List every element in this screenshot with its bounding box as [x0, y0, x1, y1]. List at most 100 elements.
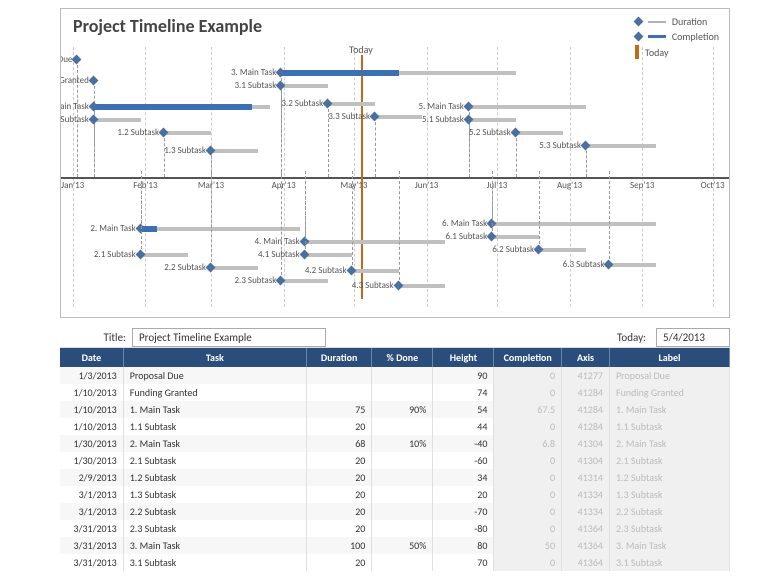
cell-duration[interactable]: 20	[306, 418, 371, 435]
cell-duration[interactable]: 20	[306, 486, 371, 503]
cell-task[interactable]: 3. Main Task	[123, 537, 306, 554]
legend-completion-swatch	[648, 35, 666, 38]
table-row[interactable]: 1/10/20131.1 Subtask20440412841.1 Subtas…	[60, 418, 730, 435]
cell-height[interactable]: 90	[433, 367, 494, 384]
cell-height[interactable]: -80	[433, 520, 494, 537]
cell-pctdone[interactable]: 10%	[372, 435, 433, 452]
cell-pctdone[interactable]	[372, 418, 433, 435]
cell-pctdone[interactable]	[372, 486, 433, 503]
table-row[interactable]: 1/30/20132. Main Task6810%-406.8413042. …	[60, 435, 730, 452]
duration-bar	[141, 253, 188, 257]
cell-axis: 41364	[562, 554, 610, 571]
cell-duration[interactable]: 20	[306, 452, 371, 469]
cell-date[interactable]: 1/10/2013	[60, 401, 123, 418]
duration-bar	[375, 115, 422, 119]
task-label: 4.1 Subtask	[258, 249, 305, 260]
cell-pctdone[interactable]	[372, 554, 433, 571]
cell-date[interactable]: 1/10/2013	[60, 384, 123, 401]
legend-duration-label: Duration	[672, 15, 707, 28]
cell-date[interactable]: 3/31/2013	[60, 520, 123, 537]
cell-pctdone[interactable]: 50%	[372, 537, 433, 554]
table-row[interactable]: 3/1/20132.2 Subtask20-700413342.2 Subtas…	[60, 503, 730, 520]
cell-axis: 41304	[562, 452, 610, 469]
table-row[interactable]: 3/1/20131.3 Subtask20200413341.3 Subtask	[60, 486, 730, 503]
task-label: 1. Main Task	[60, 101, 94, 112]
cell-height[interactable]: -70	[433, 503, 494, 520]
cell-pctdone[interactable]	[372, 503, 433, 520]
cell-height[interactable]: 20	[433, 486, 494, 503]
cell-label: 2.1 Subtask	[609, 452, 729, 469]
col-header: Height	[433, 348, 494, 367]
task: 4.2 Subtask	[352, 265, 399, 277]
cell-task[interactable]: 2.1 Subtask	[123, 452, 306, 469]
cell-date[interactable]: 2/9/2013	[60, 469, 123, 486]
cell-date[interactable]: 1/30/2013	[60, 435, 123, 452]
cell-task[interactable]: Proposal Due	[123, 367, 306, 384]
cell-duration[interactable]: 20	[306, 469, 371, 486]
tick-label: Sep'13	[630, 180, 654, 191]
table-row[interactable]: 3/31/20132.3 Subtask20-800413642.3 Subta…	[60, 520, 730, 537]
data-table: DateTaskDuration% DoneHeightCompletionAx…	[60, 348, 730, 571]
cell-task[interactable]: 3.1 Subtask	[123, 554, 306, 571]
cell-task[interactable]: 1.2 Subtask	[123, 469, 306, 486]
cell-duration[interactable]	[306, 367, 371, 384]
table-row[interactable]: 2/9/20131.2 Subtask20340413141.2 Subtask	[60, 469, 730, 486]
cell-completion: 6.8	[494, 435, 562, 452]
cell-duration[interactable]	[306, 384, 371, 401]
cell-height[interactable]: 74	[433, 384, 494, 401]
cell-pctdone[interactable]	[372, 384, 433, 401]
cell-height[interactable]: -60	[433, 452, 494, 469]
cell-task[interactable]: 1.1 Subtask	[123, 418, 306, 435]
cell-height[interactable]: -40	[433, 435, 494, 452]
cell-task[interactable]: 2.2 Subtask	[123, 503, 306, 520]
cell-task[interactable]: 2.3 Subtask	[123, 520, 306, 537]
task: 6.3 Subtask	[609, 259, 656, 271]
completion-bar	[94, 104, 252, 110]
cell-task[interactable]: 2. Main Task	[123, 435, 306, 452]
task-label: 2.2 Subtask	[164, 262, 211, 273]
task: 5.3 Subtask	[586, 140, 656, 152]
duration-bar	[399, 284, 446, 288]
cell-pctdone[interactable]	[372, 367, 433, 384]
cell-duration[interactable]: 20	[306, 554, 371, 571]
cell-completion: 0	[494, 503, 562, 520]
title-input[interactable]: Project Timeline Example	[132, 328, 326, 347]
task-label: 1.2 Subtask	[117, 127, 164, 138]
duration-bar	[94, 118, 141, 122]
table-row[interactable]: 1/3/2013Proposal Due90041277Proposal Due	[60, 367, 730, 384]
legend-duration-swatch	[648, 21, 666, 23]
table-row[interactable]: 1/30/20132.1 Subtask20-600413042.1 Subta…	[60, 452, 730, 469]
cell-date[interactable]: 3/1/2013	[60, 503, 123, 520]
table-row[interactable]: 1/10/2013Funding Granted74041284Funding …	[60, 384, 730, 401]
today-input[interactable]: 5/4/2013	[656, 328, 730, 347]
cell-duration[interactable]: 100	[306, 537, 371, 554]
cell-axis: 41334	[562, 486, 610, 503]
cell-height[interactable]: 70	[433, 554, 494, 571]
cell-pctdone[interactable]	[372, 452, 433, 469]
cell-date[interactable]: 1/30/2013	[60, 452, 123, 469]
cell-date[interactable]: 1/10/2013	[60, 418, 123, 435]
cell-date[interactable]: 3/31/2013	[60, 554, 123, 571]
cell-pctdone[interactable]	[372, 469, 433, 486]
cell-height[interactable]: 80	[433, 537, 494, 554]
cell-date[interactable]: 3/1/2013	[60, 486, 123, 503]
cell-duration[interactable]: 68	[306, 435, 371, 452]
cell-height[interactable]: 44	[433, 418, 494, 435]
cell-duration[interactable]: 20	[306, 503, 371, 520]
cell-height[interactable]: 54	[433, 401, 494, 418]
cell-pctdone[interactable]: 90%	[372, 401, 433, 418]
cell-task[interactable]: 1.3 Subtask	[123, 486, 306, 503]
cell-duration[interactable]: 20	[306, 520, 371, 537]
cell-task[interactable]: Funding Granted	[123, 384, 306, 401]
table-row[interactable]: 3/31/20133.1 Subtask20700413643.1 Subtas…	[60, 554, 730, 571]
cell-duration[interactable]: 75	[306, 401, 371, 418]
table-row[interactable]: 3/31/20133. Main Task10050%8050413643. M…	[60, 537, 730, 554]
table-row[interactable]: 1/10/20131. Main Task7590%5467.5412841. …	[60, 401, 730, 418]
cell-height[interactable]: 34	[433, 469, 494, 486]
task: 2.1 Subtask	[141, 249, 188, 261]
cell-task[interactable]: 1. Main Task	[123, 401, 306, 418]
duration-bar	[328, 102, 375, 106]
cell-date[interactable]: 3/31/2013	[60, 537, 123, 554]
cell-pctdone[interactable]	[372, 520, 433, 537]
cell-date[interactable]: 1/3/2013	[60, 367, 123, 384]
